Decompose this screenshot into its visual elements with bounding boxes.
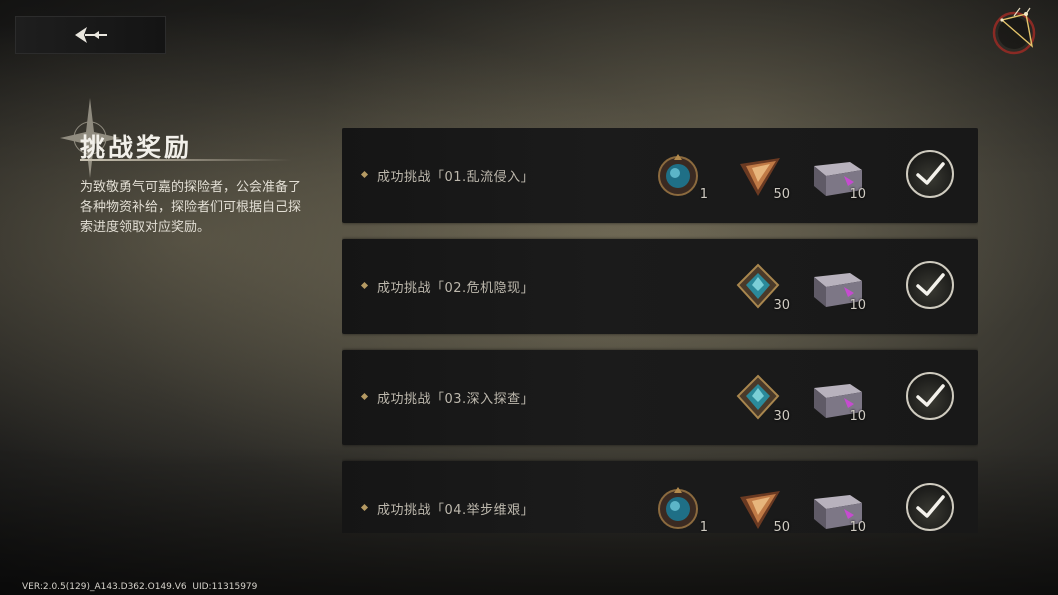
uid-text: UID:11315979 bbox=[192, 582, 258, 592]
back-button[interactable] bbox=[15, 16, 166, 54]
version-text: VER:2.0.5(129)_A143.D362.O149.V6 bbox=[22, 582, 187, 592]
reward-count: 10 bbox=[849, 187, 866, 202]
challenge-label: 成功挑战「02.危机隐现」 bbox=[377, 281, 535, 296]
challenge-list[interactable]: 成功挑战「01.乱流侵入」 1 50 10 成功挑战「02.危机隐现」 30 1… bbox=[342, 128, 978, 533]
version-info: VER:2.0.5(129)_A143.D362.O149.V6 UID:113… bbox=[22, 582, 257, 592]
challenge-row: 成功挑战「03.深入探查」 30 10 bbox=[342, 350, 978, 445]
challenge-label: 成功挑战「03.深入探查」 bbox=[377, 392, 535, 407]
challenge-label: 成功挑战「04.举步维艰」 bbox=[377, 503, 535, 518]
reward-item[interactable]: 10 bbox=[812, 483, 866, 533]
reward-count: 30 bbox=[773, 409, 790, 424]
checkmark-icon bbox=[916, 384, 945, 407]
reward-count: 10 bbox=[849, 520, 866, 533]
reward-count: 50 bbox=[773, 187, 790, 202]
reward-item[interactable]: 1 bbox=[654, 483, 708, 533]
checkmark-icon bbox=[916, 273, 945, 296]
reward-item[interactable]: 1 bbox=[654, 150, 708, 204]
challenge-label: 成功挑战「01.乱流侵入」 bbox=[377, 170, 535, 185]
panel-description: 为致敬勇气可嘉的探险者，公会准备了各种物资补给，探险者们可根据自己探索进度领取对… bbox=[80, 180, 302, 235]
checkmark-icon bbox=[916, 162, 945, 185]
reward-count: 1 bbox=[699, 187, 708, 202]
reward-count: 50 bbox=[773, 520, 790, 533]
reward-item[interactable]: 50 bbox=[736, 483, 790, 533]
checkmark-icon bbox=[916, 495, 945, 518]
reward-item[interactable]: 50 bbox=[736, 150, 790, 204]
diamond-bullet-icon bbox=[360, 170, 369, 179]
challenge-row: 成功挑战「01.乱流侵入」 1 50 10 bbox=[342, 128, 978, 223]
claimed-check-button[interactable] bbox=[906, 483, 954, 531]
challenge-row: 成功挑战「04.举步维艰」 1 50 10 bbox=[342, 461, 978, 533]
claimed-check-button[interactable] bbox=[906, 261, 954, 309]
claimed-check-button[interactable] bbox=[906, 372, 954, 420]
back-arrow-icon bbox=[74, 27, 107, 43]
reward-item[interactable]: 30 bbox=[736, 372, 790, 426]
reward-count: 10 bbox=[849, 298, 866, 313]
reward-item[interactable]: 30 bbox=[736, 261, 790, 315]
diamond-bullet-icon bbox=[360, 392, 369, 401]
diamond-bullet-icon bbox=[360, 503, 369, 512]
reward-item[interactable]: 10 bbox=[812, 261, 866, 315]
title-underline bbox=[80, 159, 292, 161]
reward-count: 10 bbox=[849, 409, 866, 424]
reward-item[interactable]: 10 bbox=[812, 372, 866, 426]
reward-count: 1 bbox=[699, 520, 708, 533]
diamond-bullet-icon bbox=[360, 281, 369, 290]
compass-map-icon[interactable] bbox=[990, 6, 1038, 56]
claimed-check-button[interactable] bbox=[906, 150, 954, 198]
reward-item[interactable]: 10 bbox=[812, 150, 866, 204]
challenge-row: 成功挑战「02.危机隐现」 30 10 bbox=[342, 239, 978, 334]
reward-count: 30 bbox=[773, 298, 790, 313]
